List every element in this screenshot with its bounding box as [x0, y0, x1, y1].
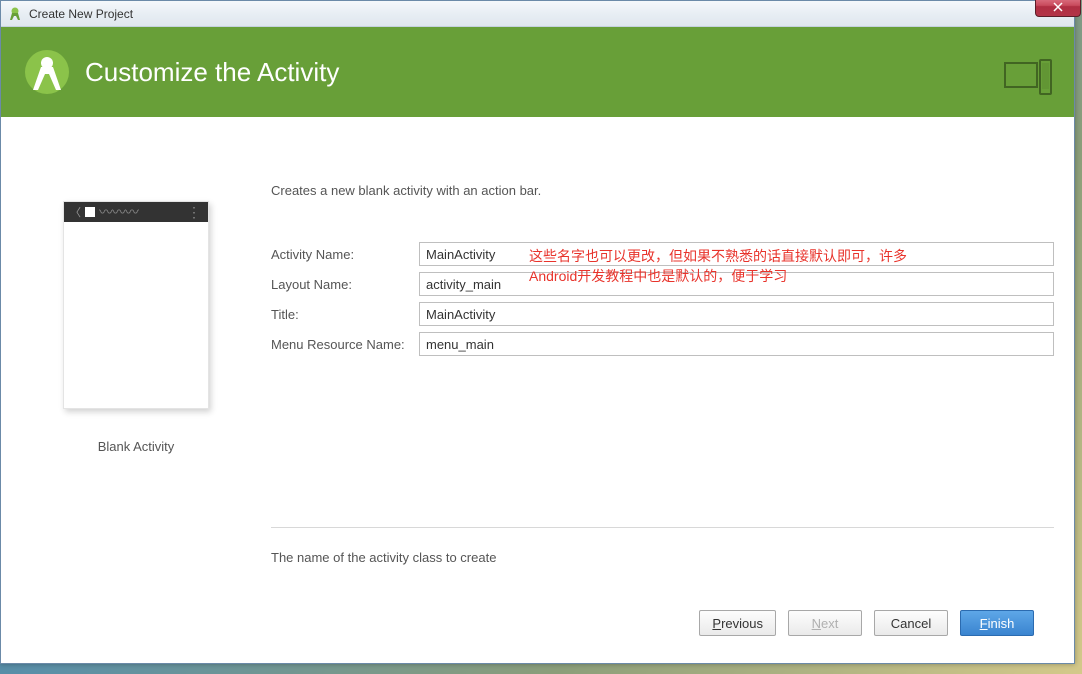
- preview-column: 〈 〰〰〰 ⋮ Blank Activity: [21, 141, 251, 519]
- input-title[interactable]: [419, 302, 1054, 326]
- android-studio-logo-icon: [23, 48, 71, 96]
- helper-region: The name of the activity class to create: [271, 527, 1054, 605]
- cancel-button[interactable]: Cancel: [874, 610, 948, 636]
- wizard-header: Customize the Activity: [1, 27, 1074, 117]
- close-button[interactable]: [1035, 0, 1081, 17]
- wizard-content: 〈 〰〰〰 ⋮ Blank Activity Creates a new bla…: [1, 117, 1074, 663]
- android-studio-icon: [7, 6, 23, 22]
- row-layout-name: Layout Name:: [271, 272, 1054, 296]
- input-activity-name[interactable]: [419, 242, 1054, 266]
- label-activity-name: Activity Name:: [271, 247, 419, 262]
- dialog-window: Create New Project Customize the Activit…: [0, 0, 1075, 664]
- back-chevron-icon: 〈: [70, 204, 81, 220]
- label-menu-resource: Menu Resource Name:: [271, 337, 419, 352]
- window-title: Create New Project: [29, 7, 133, 21]
- row-title: Title:: [271, 302, 1054, 326]
- input-menu-resource[interactable]: [419, 332, 1054, 356]
- row-activity-name: Activity Name:: [271, 242, 1054, 266]
- preview-actionbar: 〈 〰〰〰 ⋮: [64, 202, 208, 222]
- input-layout-name[interactable]: [419, 272, 1054, 296]
- overflow-menu-icon: ⋮: [187, 204, 202, 221]
- activity-preview: 〈 〰〰〰 ⋮: [63, 201, 209, 409]
- label-layout-name: Layout Name:: [271, 277, 419, 292]
- wizard-heading: Customize the Activity: [85, 57, 339, 88]
- activity-description: Creates a new blank activity with an act…: [271, 183, 1054, 198]
- finish-button[interactable]: Finish: [960, 610, 1034, 636]
- row-menu-resource: Menu Resource Name:: [271, 332, 1054, 356]
- app-icon-placeholder: [85, 207, 95, 217]
- preview-label: Blank Activity: [98, 439, 175, 454]
- title-placeholder-icon: 〰〰〰: [99, 202, 183, 222]
- titlebar: Create New Project: [1, 1, 1074, 27]
- helper-text: The name of the activity class to create: [271, 550, 1054, 565]
- label-title: Title:: [271, 307, 419, 322]
- wizard-footer: Previous Next Cancel Finish: [21, 605, 1054, 653]
- previous-button[interactable]: Previous: [699, 610, 776, 636]
- device-icon: [1004, 59, 1052, 98]
- next-button[interactable]: Next: [788, 610, 862, 636]
- form-column: Creates a new blank activity with an act…: [271, 141, 1054, 519]
